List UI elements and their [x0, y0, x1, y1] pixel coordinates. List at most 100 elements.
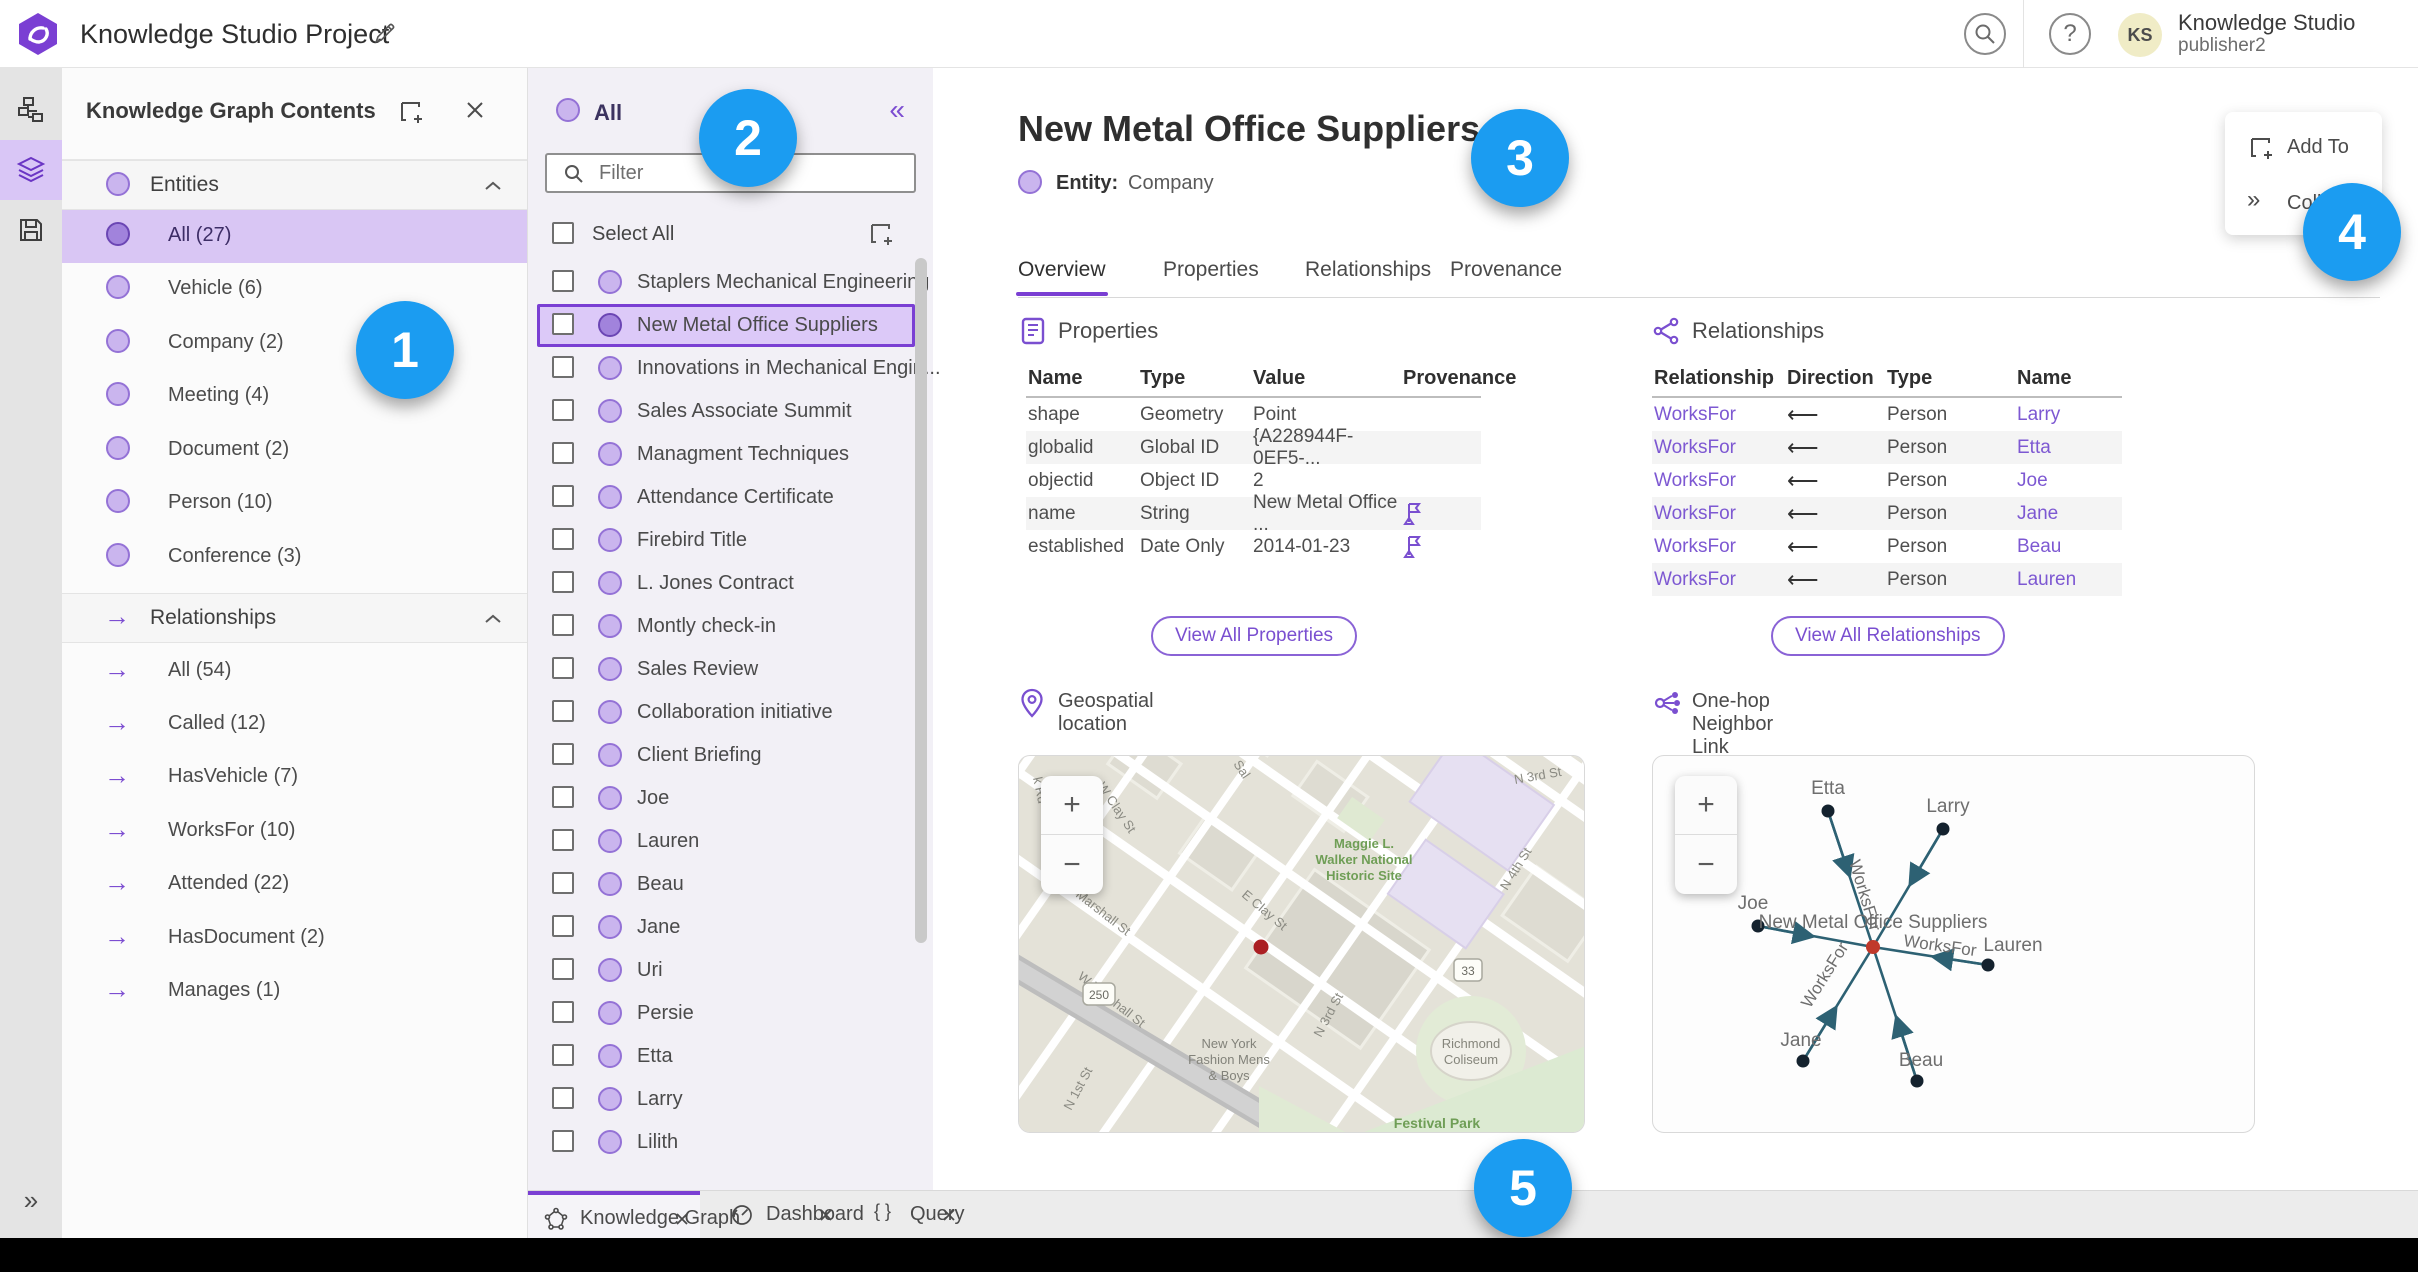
- item-checkbox[interactable]: [552, 915, 574, 937]
- sidebar-item-vehicle[interactable]: Vehicle (6): [62, 263, 527, 316]
- item-checkbox[interactable]: [552, 786, 574, 808]
- entity-link[interactable]: Beau: [2015, 536, 2122, 558]
- zoom-out-button[interactable]: −: [1675, 835, 1737, 894]
- item-checkbox[interactable]: [552, 485, 574, 507]
- list-item[interactable]: Attendance Certificate: [537, 476, 915, 519]
- list-item[interactable]: Client Briefing: [537, 734, 915, 777]
- item-checkbox[interactable]: [552, 829, 574, 851]
- chevron-up-icon[interactable]: [483, 612, 503, 626]
- list-item[interactable]: Joe: [537, 777, 915, 820]
- list-item[interactable]: Managment Techniques: [537, 433, 915, 476]
- table-row[interactable]: name String New Metal Office ...: [1026, 492, 1481, 535]
- table-row[interactable]: WorksFor ⟵ Person Jane: [1652, 497, 2122, 530]
- list-item[interactable]: Persie: [537, 992, 915, 1035]
- relationship-link[interactable]: WorksFor: [1652, 437, 1785, 459]
- select-all-checkbox[interactable]: [552, 222, 574, 244]
- tab-provenance[interactable]: Provenance: [1450, 258, 1562, 282]
- item-checkbox[interactable]: [552, 270, 574, 292]
- list-item[interactable]: Jane: [537, 906, 915, 949]
- entity-link[interactable]: Lauren: [2015, 569, 2122, 591]
- item-checkbox[interactable]: [552, 399, 574, 421]
- relationship-link[interactable]: WorksFor: [1652, 404, 1785, 426]
- list-item[interactable]: Innovations in Mechanical Engin...: [537, 347, 941, 390]
- sidebar-item-attended[interactable]: → Attended (22): [62, 858, 527, 911]
- zoom-out-button[interactable]: −: [1041, 835, 1103, 894]
- view-all-relationships-button[interactable]: View All Relationships: [1771, 616, 2005, 656]
- help-button[interactable]: ?: [2049, 13, 2091, 55]
- search-button[interactable]: [1964, 13, 2006, 55]
- item-checkbox[interactable]: [552, 958, 574, 980]
- entities-group-header[interactable]: Entities: [62, 160, 527, 210]
- item-checkbox[interactable]: [552, 442, 574, 464]
- geospatial-map[interactable]: W Clay St Sal k Rd Marshall St W Marshal…: [1018, 755, 1585, 1133]
- add-new-icon[interactable]: [867, 220, 895, 248]
- tab-relationships[interactable]: Relationships: [1305, 258, 1431, 282]
- relationship-link[interactable]: WorksFor: [1652, 536, 1785, 558]
- sidebar-item-document[interactable]: Document (2): [62, 424, 527, 477]
- sidebar-item-meeting[interactable]: Meeting (4): [62, 370, 527, 423]
- node-larry[interactable]: [1936, 822, 1950, 836]
- sidebar-item-manages[interactable]: → Manages (1): [62, 965, 527, 1018]
- sidebar-item-called[interactable]: → Called (12): [62, 698, 527, 751]
- list-item[interactable]: Staplers Mechanical Engineering: [537, 261, 929, 304]
- tab-overview[interactable]: Overview: [1016, 258, 1108, 296]
- item-checkbox[interactable]: [552, 700, 574, 722]
- app-logo-icon[interactable]: [16, 12, 60, 56]
- entity-link[interactable]: Larry: [2015, 404, 2122, 426]
- contents-rail-button[interactable]: [0, 140, 62, 200]
- node-jane[interactable]: [1796, 1054, 1810, 1068]
- relationship-link[interactable]: WorksFor: [1652, 569, 1785, 591]
- close-tab-icon[interactable]: [673, 1210, 691, 1228]
- expand-rail-button[interactable]: »: [0, 1185, 62, 1216]
- item-checkbox[interactable]: [552, 571, 574, 593]
- sidebar-item-entities-all[interactable]: All (27): [62, 210, 527, 263]
- chevron-up-icon[interactable]: [483, 179, 503, 193]
- tab-query[interactable]: { } Query: [858, 1191, 964, 1239]
- list-item[interactable]: Lauren: [537, 820, 915, 863]
- tab-knowledge-graph[interactable]: Knowledge Graph: [528, 1191, 740, 1239]
- list-item[interactable]: Collaboration initiative: [537, 691, 915, 734]
- item-checkbox[interactable]: [552, 313, 574, 335]
- close-tab-icon[interactable]: [940, 1206, 958, 1224]
- sidebar-item-hasvehicle[interactable]: → HasVehicle (7): [62, 751, 527, 804]
- tab-properties[interactable]: Properties: [1163, 258, 1259, 282]
- table-row[interactable]: WorksFor ⟵ Person Lauren: [1652, 563, 2122, 596]
- list-item[interactable]: Larry: [537, 1078, 915, 1121]
- item-checkbox[interactable]: [552, 1044, 574, 1066]
- avatar[interactable]: KS: [2118, 13, 2162, 57]
- list-item[interactable]: Beau: [537, 863, 915, 906]
- sidebar-item-person[interactable]: Person (10): [62, 477, 527, 530]
- item-checkbox[interactable]: [552, 1001, 574, 1023]
- node-beau[interactable]: [1910, 1074, 1924, 1088]
- list-item[interactable]: Montly check-in: [537, 605, 915, 648]
- list-item[interactable]: L. Jones Contract: [537, 562, 915, 605]
- relationship-link[interactable]: WorksFor: [1652, 503, 1785, 525]
- user-info[interactable]: Knowledge Studio publisher2: [2178, 10, 2355, 57]
- tab-dashboard[interactable]: Dashboard: [714, 1191, 864, 1239]
- node-lauren[interactable]: [1981, 958, 1995, 972]
- provenance-flag-icon[interactable]: [1403, 535, 1425, 559]
- table-row[interactable]: established Date Only 2014-01-23: [1026, 530, 1481, 563]
- entity-link[interactable]: Jane: [2015, 503, 2122, 525]
- sidebar-item-conference[interactable]: Conference (3): [62, 531, 527, 584]
- list-item[interactable]: Uri: [537, 949, 915, 992]
- item-checkbox[interactable]: [552, 743, 574, 765]
- list-item[interactable]: Sales Review: [537, 648, 915, 691]
- collapse-panel-button[interactable]: «: [889, 94, 905, 126]
- list-item-selected[interactable]: New Metal Office Suppliers: [537, 304, 915, 347]
- relationship-link[interactable]: WorksFor: [1652, 470, 1785, 492]
- link-chart[interactable]: Etta Larry Joe Lauren Jane Beau New Meta…: [1652, 755, 2255, 1133]
- entity-link[interactable]: Joe: [2015, 470, 2122, 492]
- sidebar-item-worksfor[interactable]: → WorksFor (10): [62, 805, 527, 858]
- table-row[interactable]: WorksFor ⟵ Person Etta: [1652, 431, 2122, 464]
- list-scrollbar[interactable]: [915, 258, 927, 943]
- close-panel-icon[interactable]: [463, 98, 487, 122]
- table-row[interactable]: WorksFor ⟵ Person Larry: [1652, 398, 2122, 431]
- node-center[interactable]: [1866, 940, 1880, 954]
- table-row[interactable]: WorksFor ⟵ Person Joe: [1652, 464, 2122, 497]
- relationships-group-header[interactable]: → Relationships: [62, 593, 527, 643]
- table-row[interactable]: WorksFor ⟵ Person Beau: [1652, 530, 2122, 563]
- item-checkbox[interactable]: [552, 356, 574, 378]
- list-item[interactable]: Sales Associate Summit: [537, 390, 915, 433]
- add-to-menu-item[interactable]: Add To: [2225, 126, 2382, 170]
